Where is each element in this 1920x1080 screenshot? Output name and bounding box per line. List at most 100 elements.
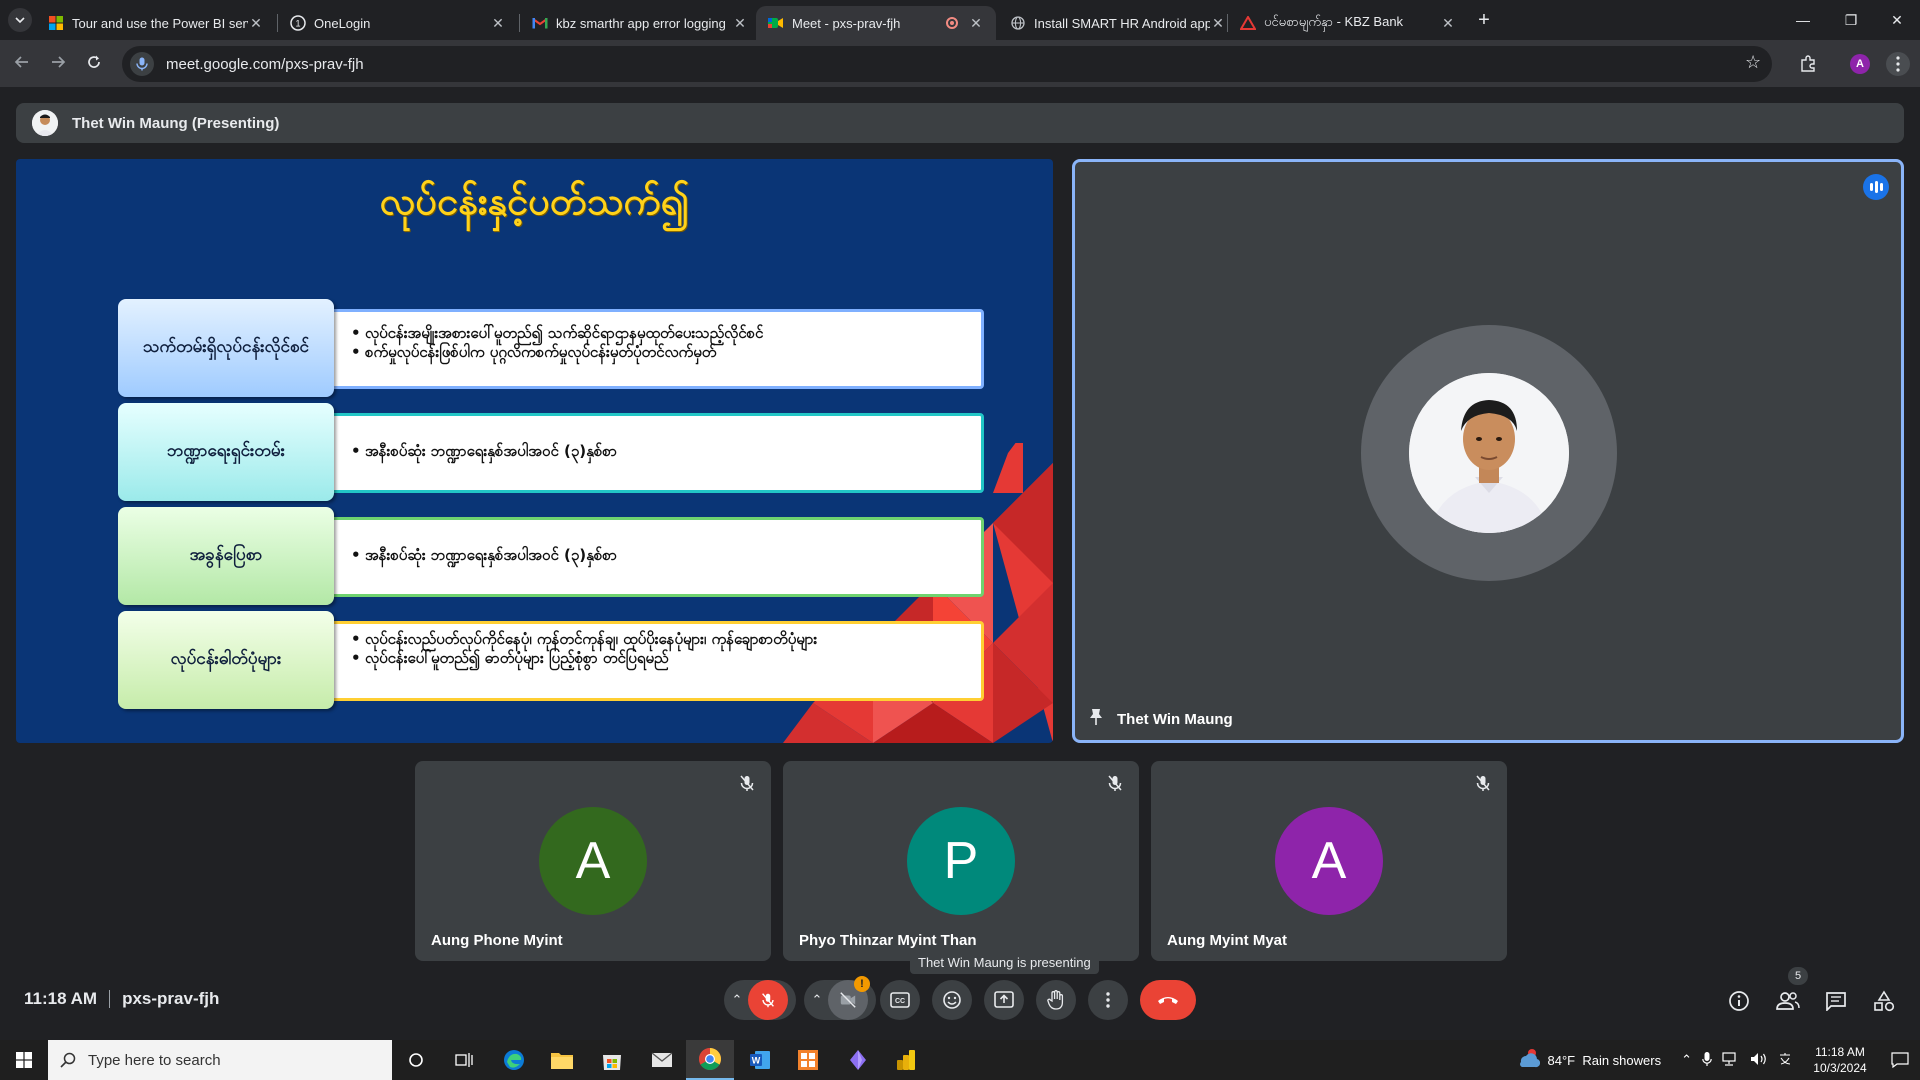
chat-button[interactable]: [1822, 987, 1850, 1015]
audio-options-chevron-icon[interactable]: ⌃: [732, 992, 743, 1008]
profile-initial: A: [1850, 54, 1870, 74]
browser-tab[interactable]: Tour and use the Power BI servi ✕: [36, 6, 276, 40]
pin-icon[interactable]: [1089, 708, 1103, 730]
present-screen-button[interactable]: [984, 980, 1024, 1020]
participant-tile[interactable]: P Phyo Thinzar Myint Than: [783, 761, 1139, 961]
taskbar-store[interactable]: [588, 1040, 636, 1080]
tab-title: kbz smarthr app error logging: [556, 15, 726, 31]
raise-hand-button[interactable]: [1036, 980, 1076, 1020]
more-options-button[interactable]: [1088, 980, 1128, 1020]
browser-tab[interactable]: Install SMART HR Android app ✕: [998, 6, 1238, 40]
cortana-icon: [409, 1053, 423, 1067]
close-tab-icon[interactable]: ✕: [732, 15, 748, 31]
close-tab-icon[interactable]: ✕: [490, 15, 506, 31]
show-hidden-icons-chevron-icon[interactable]: ⌃: [1681, 1052, 1692, 1068]
shapes-icon: [1874, 990, 1895, 1012]
participant-tile[interactable]: A Aung Phone Myint: [415, 761, 771, 961]
participant-photo: [1409, 373, 1569, 533]
people-button[interactable]: [1774, 987, 1802, 1015]
cortana-button[interactable]: [392, 1040, 440, 1080]
site-info-button[interactable]: [130, 52, 154, 76]
keyboard-language-icon[interactable]: [1778, 1052, 1792, 1069]
taskbar-word[interactable]: W: [736, 1040, 784, 1080]
slide-row-label: ဘဏ္ဍာရေးရှင်းတမ်း: [118, 403, 334, 501]
taskbar-clock[interactable]: 11:18 AM 10/3/2024: [1800, 1044, 1880, 1076]
chrome-menu-button[interactable]: [1886, 52, 1910, 76]
close-tab-icon[interactable]: ✕: [968, 15, 984, 31]
meet-stage: Thet Win Maung (Presenting) လုပ်ငန်းနှင့…: [0, 89, 1920, 1040]
slide-row-photos: လုပ်ငန်းဓါတ်ပုံများ လုပ်ငန်းလည်ပတ်လုပ်ကိ…: [118, 611, 984, 709]
slide-row-financial: ဘဏ္ဍာရေးရှင်းတမ်း အနီးစပ်ဆုံး ဘဏ္ဍာရေးနှ…: [118, 403, 984, 501]
pinned-participant-tile[interactable]: Thet Win Maung: [1072, 159, 1904, 743]
slide-row-tax: အခွန်ပြေစာ အနီးစပ်ဆုံး ဘဏ္ဍာရေးနှစ်အပါအဝ…: [118, 507, 984, 605]
weather-icon[interactable]: [1516, 1048, 1540, 1073]
more-vert-icon: [1106, 992, 1110, 1008]
restore-window-button[interactable]: ❐: [1828, 8, 1874, 32]
meeting-clock: 11:18 AM: [24, 989, 98, 1008]
browser-tab[interactable]: kbz smarthr app error logging ✕: [520, 6, 760, 40]
network-icon[interactable]: [1722, 1051, 1740, 1069]
slide-bullet: လုပ်ငန်းလည်ပတ်လုပ်ကိုင်နေပုံ၊ ကုန်တင်ကုန…: [351, 630, 963, 649]
forward-button[interactable]: [46, 52, 70, 76]
microphone-tray-icon[interactable]: [1702, 1051, 1712, 1070]
slide-title: လုပ်ငန်းနှင့်ပတ်သက်၍: [379, 179, 690, 223]
notification-center-icon[interactable]: [1880, 1052, 1920, 1068]
taskbar-mail[interactable]: [638, 1040, 686, 1080]
search-icon: [60, 1052, 76, 1068]
leave-call-button[interactable]: [1140, 980, 1196, 1020]
close-tab-icon[interactable]: ✕: [1440, 15, 1456, 31]
weather-text[interactable]: 84°F Rain showers: [1548, 1053, 1662, 1068]
taskbar-chrome[interactable]: [686, 1040, 734, 1080]
start-button[interactable]: [0, 1040, 48, 1080]
clock-date: 10/3/2024: [1813, 1061, 1867, 1075]
back-button[interactable]: [10, 52, 34, 76]
slide-row-label: သက်တမ်းရှိလုပ်ငန်းလိုင်စင်: [118, 299, 334, 397]
meeting-details-button[interactable]: [1725, 987, 1753, 1015]
participant-name: Phyo Thinzar Myint Than: [799, 932, 977, 949]
video-options-chevron-icon[interactable]: ⌃: [812, 992, 823, 1008]
taskbar-file-explorer[interactable]: [538, 1040, 586, 1080]
google-meet-icon: [768, 15, 784, 31]
extensions-icon[interactable]: [1796, 52, 1820, 76]
mic-off-icon: [1473, 773, 1493, 793]
task-view-button[interactable]: [440, 1040, 488, 1080]
browser-tab[interactable]: ပင်မစာမျက်နှာ - KBZ Bank ✕: [1228, 6, 1468, 40]
volume-icon[interactable]: [1750, 1052, 1768, 1069]
taskbar-app[interactable]: [784, 1040, 832, 1080]
slide-row-content: အနီးစပ်ဆုံး ဘဏ္ဍာရေးနှစ်အပါအဝင် (၃)နှစ်စ…: [330, 517, 984, 597]
toggle-microphone-button[interactable]: [748, 980, 789, 1020]
taskbar-edge[interactable]: [490, 1040, 538, 1080]
taskbar-app-purple[interactable]: [834, 1040, 882, 1080]
tab-title: ပင်မစာမျက်နှာ - KBZ Bank: [1264, 13, 1404, 29]
presenting-label: Thet Win Maung (Presenting): [72, 114, 280, 132]
reactions-button[interactable]: [932, 980, 972, 1020]
arrow-right-icon: [52, 56, 66, 68]
minimize-window-button[interactable]: —: [1780, 8, 1826, 32]
system-tray: 84°F Rain showers ⌃ 11:18 AM 10/3/2024: [1516, 1040, 1920, 1080]
power-bi-icon: [897, 1050, 915, 1070]
reload-button[interactable]: [82, 52, 106, 76]
browser-tab-active[interactable]: Meet - pxs-prav-fjh ✕: [756, 6, 996, 40]
taskbar-power-bi[interactable]: [882, 1040, 930, 1080]
activities-button[interactable]: [1870, 987, 1898, 1015]
present-to-all-icon: [994, 991, 1014, 1008]
presentation-slide: လုပ်ငန်းနှင့်ပတ်သက်၍ သက်တမ်းရှိလုပ်ငန်းလ…: [16, 159, 1053, 743]
url-text: meet.google.com/pxs-prav-fjh: [166, 55, 364, 73]
people-icon: [1776, 992, 1800, 1010]
captions-button[interactable]: CC: [880, 980, 920, 1020]
new-tab-button[interactable]: +: [1472, 8, 1496, 32]
close-tab-icon[interactable]: ✕: [248, 15, 264, 31]
chevron-down-icon: [15, 17, 25, 24]
close-window-button[interactable]: ✕: [1874, 8, 1920, 32]
participant-avatar: P: [907, 807, 1015, 915]
profile-avatar[interactable]: A: [1848, 52, 1872, 76]
browser-tab[interactable]: 1 OneLogin ✕: [278, 6, 518, 40]
close-tab-icon[interactable]: ✕: [1210, 15, 1226, 31]
bookmark-star-icon[interactable]: ☆: [1745, 52, 1761, 73]
tab-search-button[interactable]: [8, 8, 32, 32]
slide-row-license: သက်တမ်းရှိလုပ်ငန်းလိုင်စင် လုပ်ငန်းအမျို…: [118, 299, 984, 397]
windows-start-icon: [16, 1052, 32, 1068]
taskbar-search-box[interactable]: Type here to search: [48, 1040, 392, 1080]
participant-tile[interactable]: A Aung Myint Myat: [1151, 761, 1507, 961]
address-bar[interactable]: meet.google.com/pxs-prav-fjh: [122, 46, 1772, 82]
